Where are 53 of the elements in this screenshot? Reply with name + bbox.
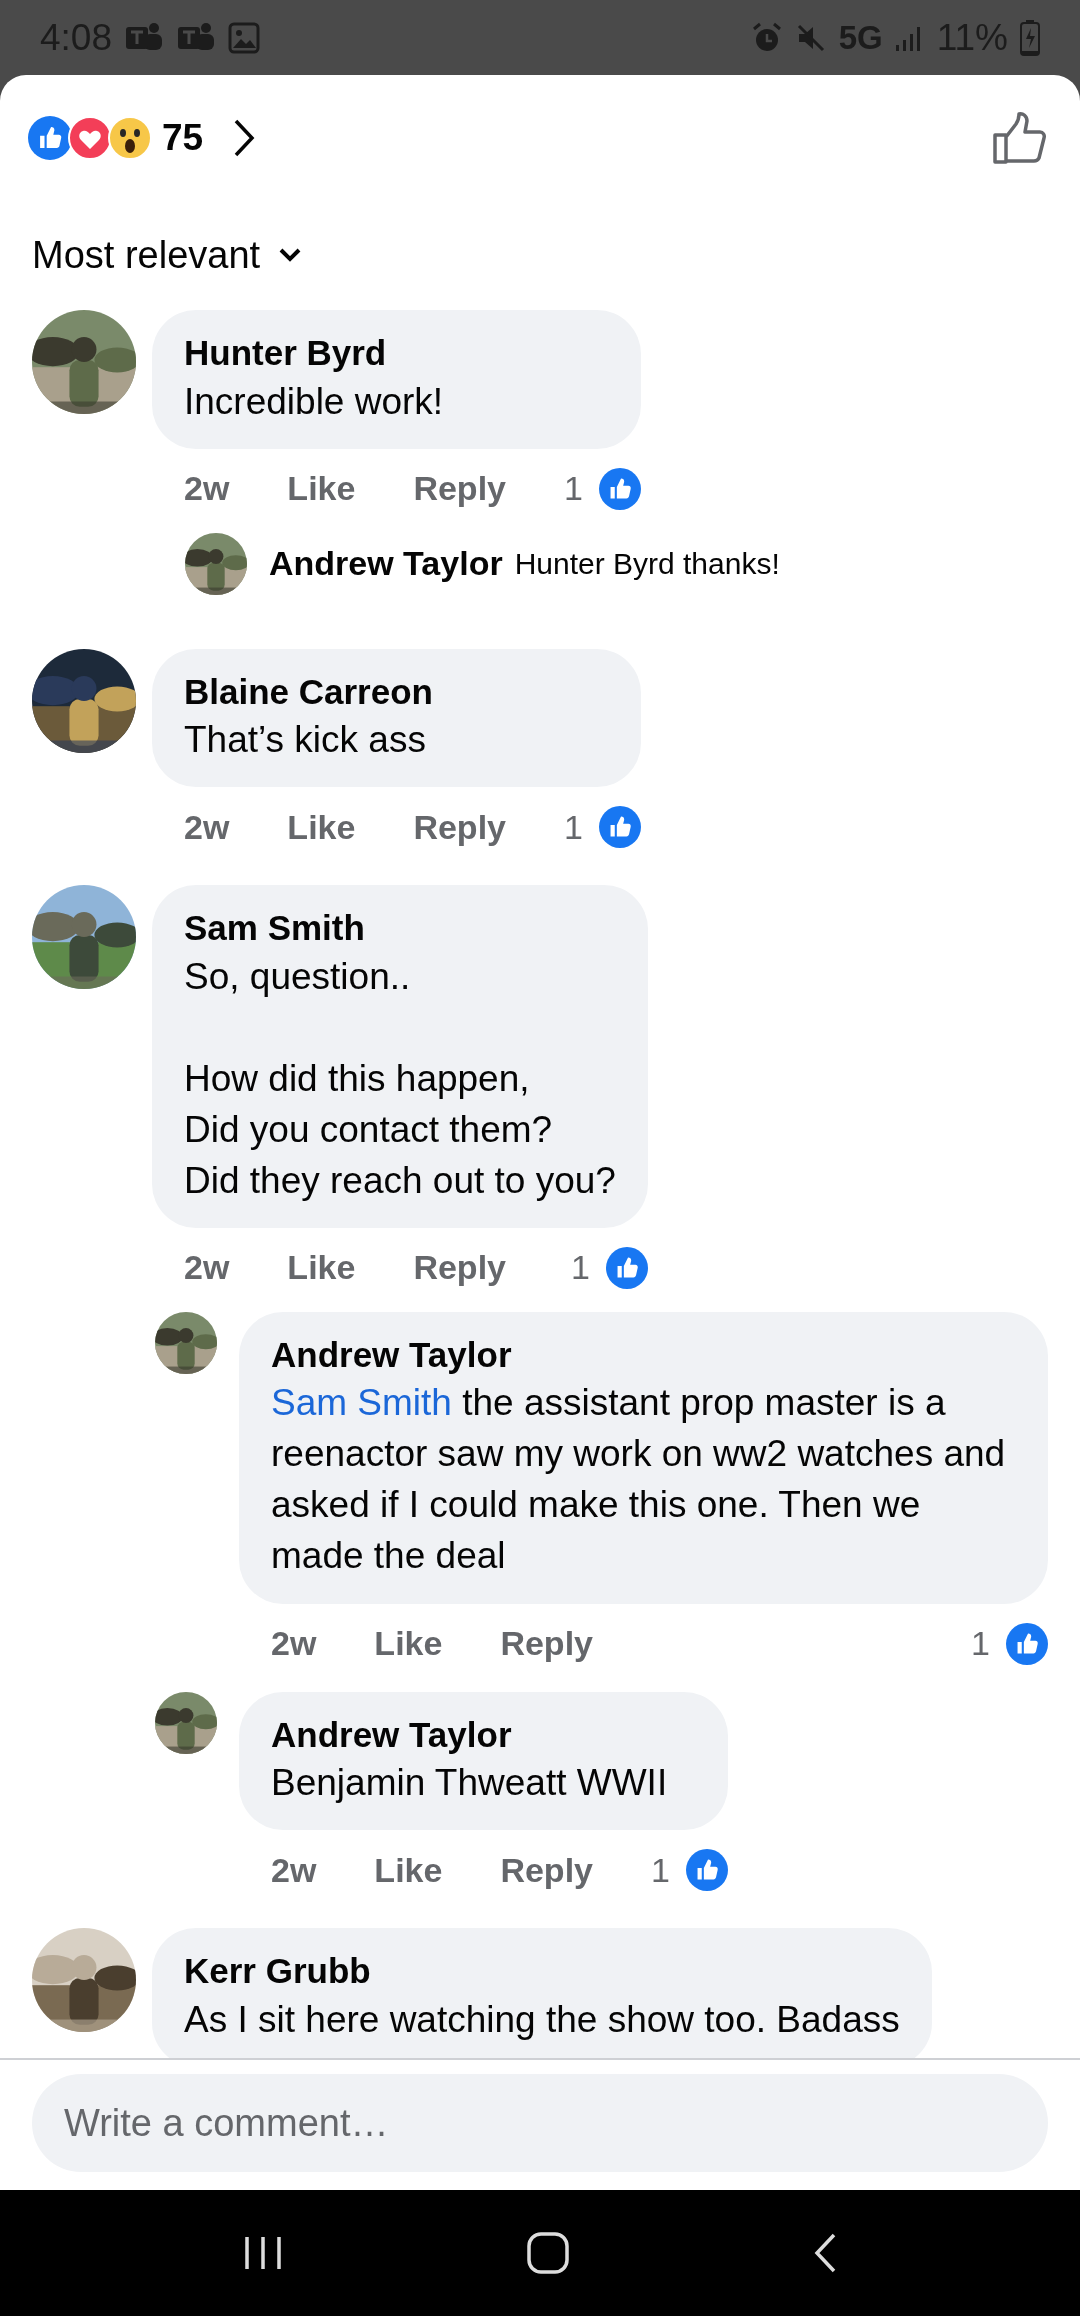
comment-input-field[interactable]: Write a comment… [32,2074,1048,2172]
reply-link[interactable]: Reply [500,1850,593,1890]
comment-text: As I sit here watching the show too. Badass [184,1997,900,2042]
like-icon [605,1246,648,1289]
comment-time: 2w [184,807,230,847]
like-reaction-icon [28,115,72,160]
reply-link[interactable]: Reply [413,1248,506,1288]
comment-author[interactable]: Kerr Grubb [184,1948,900,1994]
reply-link[interactable]: Reply [413,807,506,847]
sort-dropdown[interactable]: Most relevant [32,233,261,277]
wow-reaction-icon [108,115,152,160]
mention-link[interactable]: Sam Smith [271,1382,452,1424]
thumbs-up-icon[interactable] [992,110,1048,165]
like-count: 1 [564,807,583,847]
comment-author[interactable]: Sam Smith [184,905,616,951]
like-link[interactable]: Like [287,1248,356,1288]
reply-link[interactable]: Reply [500,1624,593,1663]
reply-author[interactable]: Andrew Taylor [269,544,503,584]
reply-preview[interactable]: Hunter Byrd thanks! [514,546,780,581]
reaction-count[interactable]: 75 [162,116,204,159]
like-count: 1 [971,1624,990,1663]
like-count: 1 [571,1248,590,1288]
comment-text: That’s kick ass [184,718,427,763]
comment-time: 2w [184,1248,230,1288]
comment-text: So, question.. How did this happen, Did you contact them? Did they reach out to you? [184,954,616,1203]
comment-time: 2w [271,1850,317,1890]
image-icon [228,21,260,54]
chevron-down-icon[interactable] [278,247,303,263]
reply-link[interactable]: Reply [413,469,506,509]
comment-author[interactable]: Hunter Byrd [184,330,609,376]
comment-author[interactable]: Andrew Taylor [271,1711,696,1757]
comment-time: 2w [184,469,230,509]
like-icon [1006,1622,1048,1665]
like-link[interactable]: Like [374,1850,443,1890]
comment-text: Sam Smith the assistant prop master is a reenactor saw my work on ww2 watches and asked if I could make this one. Then we made the deal [271,1381,1007,1579]
like-link[interactable]: Like [287,469,356,509]
comment-author[interactable]: Andrew Taylor [271,1331,1016,1378]
like-count: 1 [564,469,583,509]
heart-reaction-icon [68,115,112,160]
chevron-right-icon[interactable] [233,117,256,158]
alarm-icon [750,21,783,54]
like-count: 1 [651,1850,670,1890]
like-icon [685,1849,728,1892]
comment-text: Benjamin Thweatt WWII [271,1761,669,1805]
battery-icon [1020,19,1040,56]
like-link[interactable]: Like [287,807,356,847]
like-icon [598,806,641,849]
like-icon [598,467,641,510]
comment-author[interactable]: Blaine Carreon [184,668,609,715]
home-icon[interactable] [526,2231,570,2275]
like-link[interactable]: Like [374,1624,443,1663]
comment-text: Incredible work! [184,379,445,424]
comment-time: 2w [271,1624,317,1663]
